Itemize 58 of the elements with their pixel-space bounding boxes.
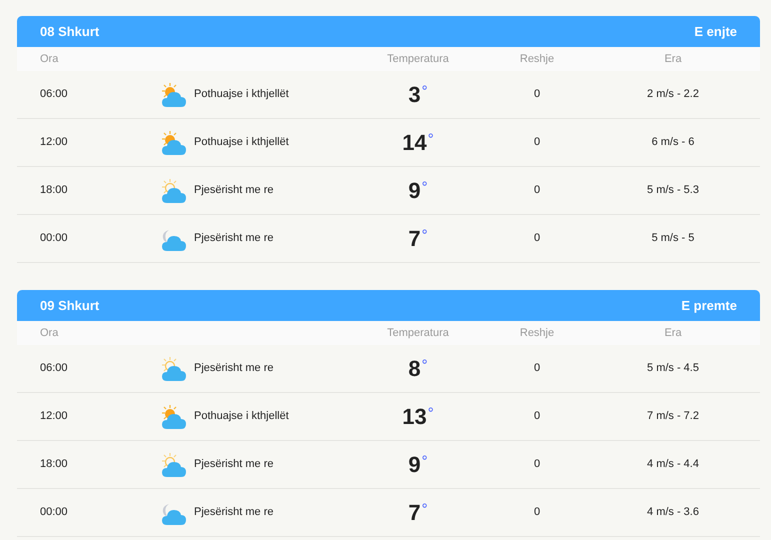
condition-cell-text: Pjesërisht me re [194, 505, 274, 520]
temperature-cell: 13° [402, 406, 434, 428]
time-cell-text: 00:00 [40, 505, 69, 520]
precipitation-cell-text: 0 [532, 87, 542, 102]
day-weekday: E premte [681, 296, 737, 315]
condition-cell-text: Pothuajse i kthjellët [194, 135, 289, 150]
temperature-cell: 7° [408, 228, 428, 250]
wind-cell-text: 4 m/s - 4.4 [646, 457, 700, 472]
sun-cloud-icon [160, 178, 188, 204]
precipitation-cell-text: 0 [532, 409, 542, 424]
temperature-cell: 9° [408, 180, 428, 202]
condition-cell-text: Pothuajse i kthjellët [194, 409, 289, 424]
day-date: 09 Shkurt [40, 296, 100, 315]
sun-cloud-icon [160, 356, 188, 382]
wind-cell-text: 5 m/s - 4.5 [646, 361, 700, 376]
condition-cell-text: Pjesërisht me re [194, 457, 274, 472]
day-date: 08 Shkurt [40, 22, 100, 41]
column-header: Reshje [518, 52, 556, 67]
temperature-cell: 9° [408, 454, 428, 476]
wind-cell-text: 2 m/s - 2.2 [646, 87, 700, 102]
condition-cell-text: Pjesërisht me re [194, 183, 274, 198]
time-cell-text: 06:00 [40, 361, 69, 376]
precipitation-cell-text: 0 [532, 505, 542, 520]
sun-cloud-icon [160, 130, 188, 156]
time-cell-text: 12:00 [40, 135, 69, 150]
precipitation-cell-text: 0 [532, 361, 542, 376]
wind-cell-text: 5 m/s - 5.3 [646, 183, 700, 198]
sun-cloud-icon [160, 404, 188, 430]
time-cell-text: 18:00 [40, 183, 69, 198]
column-header: Era [663, 326, 683, 341]
column-header: Ora [40, 326, 60, 341]
column-header: Ora [40, 52, 60, 67]
condition-cell-text: Pjesërisht me re [194, 361, 274, 376]
column-header: Reshje [518, 326, 556, 341]
time-cell-text: 06:00 [40, 87, 69, 102]
condition-cell-text: Pjesërisht me re [194, 231, 274, 246]
precipitation-cell-text: 0 [532, 457, 542, 472]
temperature-cell: 7° [408, 502, 428, 524]
precipitation-cell-text: 0 [532, 135, 542, 150]
wind-cell-text: 7 m/s - 7.2 [646, 409, 700, 424]
temperature-cell: 3° [408, 84, 428, 106]
temperature-cell: 14° [402, 132, 434, 154]
precipitation-cell-text: 0 [532, 231, 542, 246]
sun-cloud-icon [160, 452, 188, 478]
column-header: Era [663, 52, 683, 67]
column-header: Temperatura [386, 326, 450, 341]
time-cell-text: 18:00 [40, 457, 69, 472]
wind-cell-text: 5 m/s - 5 [650, 231, 696, 246]
column-header: Temperatura [386, 52, 450, 67]
time-cell-text: 00:00 [40, 231, 69, 246]
condition-cell-text: Pothuajse i kthjellët [194, 87, 289, 102]
wind-cell-text: 4 m/s - 3.6 [646, 505, 700, 520]
temperature-cell: 8° [408, 358, 428, 380]
sun-cloud-icon [160, 82, 188, 108]
precipitation-cell-text: 0 [532, 183, 542, 198]
wind-cell-text: 6 m/s - 6 [650, 135, 696, 150]
time-cell-text: 12:00 [40, 409, 69, 424]
day-weekday: E enjte [694, 22, 737, 41]
